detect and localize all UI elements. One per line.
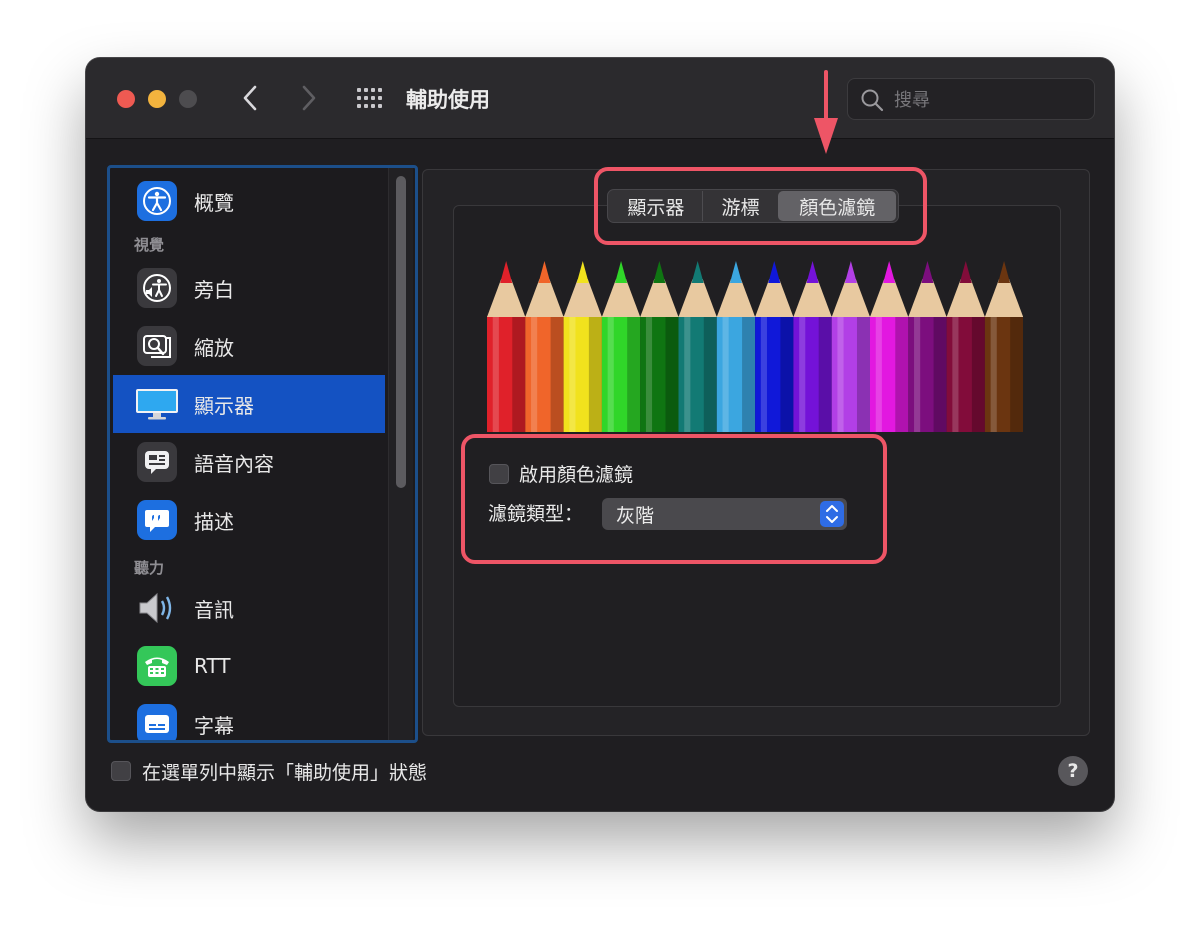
pencil	[525, 261, 564, 432]
display-icon	[135, 384, 179, 424]
sidebar-list: 概覽 視覺 旁白 縮放 顯示器 語音內容 描述 聽力 音訊 RTT 字幕	[107, 165, 418, 743]
sidebar-item-label: 字幕	[194, 713, 234, 738]
settings-panel: 顯示器 游標 顏色濾鏡 啟用顏色濾鏡 濾鏡類型： 灰階	[422, 169, 1090, 736]
sidebar-item-spoken-content[interactable]: 語音內容	[113, 433, 385, 491]
pencil	[601, 261, 641, 432]
filter-type-value: 灰階	[616, 505, 655, 527]
chevron-left-icon	[243, 85, 257, 111]
enable-color-filter-label: 啟用顏色濾鏡	[519, 464, 634, 486]
captions-icon	[137, 704, 177, 740]
spoken-content-icon	[137, 442, 177, 482]
title-bar: 輔助使用	[86, 58, 1114, 139]
show-in-menu-bar-label: 在選單列中顯示「輔助使用」狀態	[142, 762, 428, 784]
zoom-window-button[interactable]	[179, 90, 197, 108]
pencil	[678, 261, 717, 432]
sidebar-item-captions[interactable]: 字幕	[113, 695, 385, 740]
pencil	[946, 261, 985, 432]
pencil	[755, 261, 794, 432]
sidebar-item-display[interactable]: 顯示器	[113, 375, 385, 433]
preferences-window: 輔助使用 概覽 視覺 旁白 縮放	[86, 58, 1114, 811]
pencil	[908, 261, 947, 432]
search-input[interactable]	[892, 85, 1086, 115]
section-header-vision: 視覺	[134, 236, 165, 254]
color-pencils-image	[487, 261, 1024, 432]
pencil	[563, 261, 602, 432]
sidebar-item-overview[interactable]: 概覽	[113, 172, 385, 230]
section-header-hearing: 聽力	[134, 559, 165, 577]
sidebar-item-zoom[interactable]: 縮放	[113, 317, 385, 375]
accessibility-icon	[137, 181, 177, 221]
zoom-icon	[137, 326, 177, 366]
close-window-button[interactable]	[117, 90, 135, 108]
sidebar-item-audio[interactable]: 音訊	[113, 579, 385, 637]
pencil	[640, 261, 679, 432]
pencil	[984, 261, 1024, 432]
tab-pointer[interactable]: 游標	[703, 191, 779, 221]
show-all-grid-icon[interactable]	[356, 86, 386, 110]
sidebar-item-voiceover[interactable]: 旁白	[113, 259, 385, 317]
back-button[interactable]	[239, 82, 263, 114]
rtt-phone-icon	[137, 646, 177, 686]
search-field[interactable]	[847, 78, 1095, 120]
sidebar-item-descriptions[interactable]: 描述	[113, 491, 385, 549]
help-button[interactable]: ?	[1058, 756, 1088, 786]
tab-display[interactable]: 顯示器	[610, 191, 703, 221]
sidebar-item-label: 概覽	[194, 190, 234, 215]
sidebar-item-label: 語音內容	[194, 451, 274, 476]
sidebar-item-label: 旁白	[194, 277, 234, 302]
speaker-icon	[137, 588, 177, 628]
sidebar-item-label: 描述	[194, 509, 234, 534]
scrollbar-thumb[interactable]	[396, 176, 406, 488]
sidebar-scrollbar[interactable]	[388, 168, 413, 740]
minimize-window-button[interactable]	[148, 90, 166, 108]
show-in-menu-bar-checkbox[interactable]	[111, 761, 131, 781]
sidebar-item-label: 縮放	[194, 335, 234, 360]
sidebar-item-label: 音訊	[194, 597, 234, 622]
sidebar-item-rtt[interactable]: RTT	[113, 637, 385, 695]
forward-button[interactable]	[296, 82, 320, 114]
filter-type-label: 濾鏡類型：	[488, 503, 584, 525]
descriptions-icon	[137, 500, 177, 540]
tab-bar: 顯示器 游標 顏色濾鏡	[607, 189, 899, 223]
updown-chevron-icon	[820, 501, 844, 527]
pencil	[716, 261, 756, 432]
search-icon	[861, 89, 884, 112]
enable-color-filter-checkbox[interactable]	[489, 464, 509, 484]
tab-color-filters[interactable]: 顏色濾鏡	[778, 191, 896, 221]
pencil	[831, 261, 870, 432]
sidebar-item-label: 顯示器	[194, 393, 254, 418]
sidebar-item-label: RTT	[194, 654, 231, 678]
pencil	[870, 261, 909, 432]
chevron-right-icon	[302, 85, 316, 111]
pencil	[793, 261, 832, 432]
filter-type-select[interactable]: 灰階	[602, 498, 847, 530]
annotation-arrow-icon	[814, 70, 838, 154]
window-title: 輔助使用	[406, 88, 490, 112]
pencil	[487, 261, 526, 432]
voiceover-icon	[137, 268, 177, 308]
